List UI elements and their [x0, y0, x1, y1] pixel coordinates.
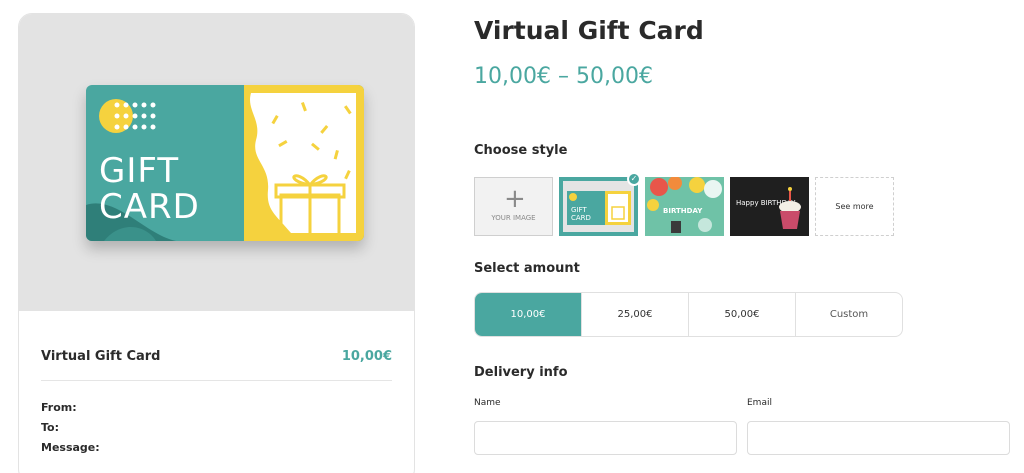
selected-check-icon: ✓: [627, 172, 641, 186]
amount-option-custom[interactable]: Custom: [796, 293, 902, 336]
see-more-label: See more: [835, 202, 874, 211]
summary-price: 10,00€: [341, 349, 392, 364]
plus-icon: +: [504, 184, 526, 214]
email-input[interactable]: [747, 421, 1010, 455]
email-label: Email: [747, 398, 772, 408]
to-label: To:: [41, 421, 59, 434]
cake-thumb-illustration: Happy BIRTHDAY: [730, 177, 809, 236]
preview-image-area: GIFT CARD: [19, 14, 414, 311]
name-input[interactable]: [474, 421, 737, 455]
gift-card-product-page: GIFT CARD Virtual Gift Card 10,00€ From:…: [0, 0, 1024, 473]
gift-thumb-illustration: GIFT CARD: [567, 191, 631, 225]
card-word-card: CARD: [99, 187, 200, 227]
summary-divider: [41, 380, 392, 381]
product-title: Virtual Gift Card: [474, 16, 704, 45]
see-more-tile[interactable]: See more: [815, 177, 894, 236]
amount-option-25[interactable]: 25,00€: [582, 293, 689, 336]
gift-thumb-image: GIFT CARD: [563, 181, 634, 232]
card-word-gift: GIFT: [99, 151, 180, 191]
choose-style-label: Choose style: [474, 143, 568, 158]
product-price-range: 10,00€ – 50,00€: [474, 64, 653, 89]
style-thumb-gift-card[interactable]: GIFT CARD: [559, 177, 638, 236]
upload-caption: YOUR IMAGE: [491, 214, 536, 222]
upload-image-tile[interactable]: + YOUR IMAGE: [474, 177, 553, 236]
style-thumb-birthday[interactable]: BIRTHDAY: [645, 177, 724, 236]
birthday-thumb-text: BIRTHDAY: [663, 207, 703, 215]
amount-option-50[interactable]: 50,00€: [689, 293, 796, 336]
gift-card-image: GIFT CARD: [86, 85, 364, 241]
svg-text:CARD: CARD: [571, 214, 591, 222]
gift-card-preview: GIFT CARD Virtual Gift Card 10,00€ From:…: [18, 13, 415, 473]
select-amount-label: Select amount: [474, 261, 580, 276]
birthday-thumb-illustration: BIRTHDAY: [645, 177, 724, 236]
from-label: From:: [41, 401, 77, 414]
amount-selector: 10,00€ 25,00€ 50,00€ Custom: [474, 292, 903, 337]
delivery-info-label: Delivery info: [474, 365, 568, 380]
amount-option-10[interactable]: 10,00€: [475, 293, 582, 336]
style-thumb-cake[interactable]: Happy BIRTHDAY: [730, 177, 809, 236]
summary-title: Virtual Gift Card: [41, 349, 161, 364]
name-label: Name: [474, 398, 501, 408]
svg-text:GIFT: GIFT: [571, 206, 587, 214]
message-label: Message:: [41, 441, 100, 454]
